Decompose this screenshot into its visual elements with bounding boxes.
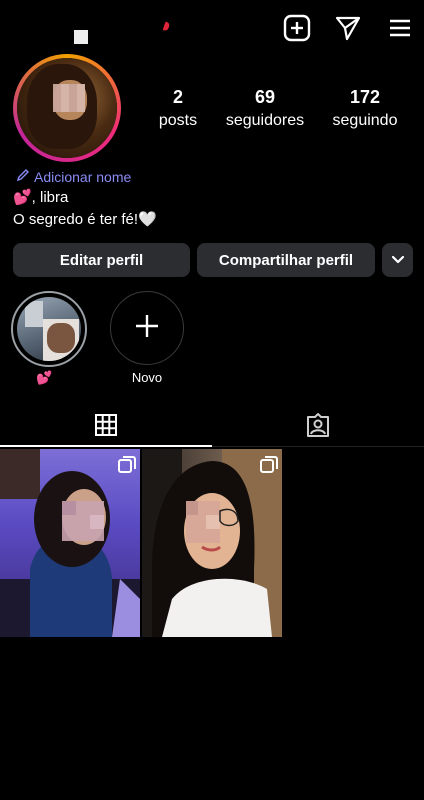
add-name-label: Adicionar nome (34, 168, 132, 185)
tagged-person-icon (305, 412, 331, 443)
blurred-face (53, 84, 85, 112)
new-post-icon[interactable] (283, 14, 311, 42)
profile-avatar[interactable] (13, 54, 121, 162)
stat-followers[interactable]: 69 seguidores (220, 86, 310, 132)
grid-icon (94, 413, 118, 442)
stat-following-count: 172 (349, 87, 381, 107)
avatar (17, 58, 117, 158)
chevron-down-icon (391, 252, 405, 269)
stat-following-label: seguindo (332, 112, 398, 129)
highlight-cover-image (17, 297, 81, 361)
stat-posts-count: 2 (172, 87, 183, 107)
add-name-link[interactable]: Adicionar nome (16, 168, 131, 185)
new-highlight-button[interactable] (110, 291, 184, 365)
tab-divider (212, 446, 424, 447)
menu-icon[interactable] (386, 14, 414, 42)
bio-line-2: O segredo é ter fé!🤍 (13, 211, 157, 228)
status-square-icon (74, 30, 88, 44)
stat-followers-label: seguidores (225, 112, 305, 129)
post-image (142, 449, 282, 637)
active-tab-indicator (0, 445, 212, 447)
post-thumbnail[interactable] (142, 449, 282, 637)
story-highlight[interactable] (11, 291, 87, 367)
plus-icon (134, 313, 160, 344)
edit-profile-button[interactable]: Editar perfil (13, 243, 190, 277)
bio-line-1: 💕, libra (13, 189, 69, 206)
highlight-label: 💕 (36, 370, 53, 385)
status-dot-icon (162, 21, 171, 32)
new-highlight-label: Novo (131, 370, 163, 385)
post-thumbnail[interactable] (0, 449, 140, 637)
stat-posts[interactable]: 2 posts (133, 86, 223, 132)
stat-posts-label: posts (158, 112, 198, 129)
stat-following[interactable]: 172 seguindo (320, 86, 410, 132)
multiple-photos-icon (260, 456, 278, 473)
pencil-icon (16, 168, 30, 185)
tab-grid[interactable] (0, 407, 212, 447)
share-profile-button[interactable]: Compartilhar perfil (197, 243, 375, 277)
post-image (0, 449, 140, 637)
multiple-photos-icon (118, 456, 136, 473)
suggestions-dropdown-button[interactable] (382, 243, 413, 277)
stat-followers-count: 69 (254, 87, 276, 107)
direct-message-icon[interactable] (334, 14, 362, 42)
tab-tagged[interactable] (212, 407, 424, 447)
